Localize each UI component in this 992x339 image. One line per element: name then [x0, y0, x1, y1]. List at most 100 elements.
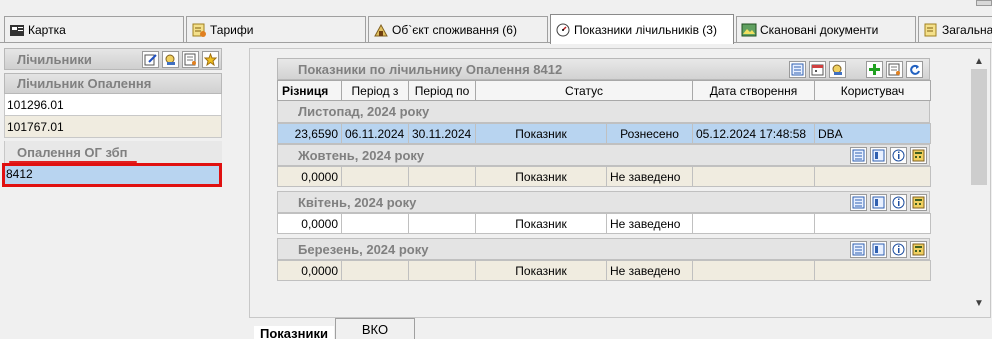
scroll-up-arrow-icon[interactable]: ▲ — [970, 53, 988, 69]
tab-consumption-object-label: Об`єкт споживання (6) — [392, 22, 517, 37]
bottom-tab-readings-label: Показники — [260, 325, 328, 339]
tab-general[interactable]: Загальна — [918, 16, 992, 42]
tab-scanned-docs[interactable]: Скановані документи — [736, 16, 916, 42]
cell-status: Не заведено — [606, 213, 693, 234]
calculator-icon[interactable] — [910, 147, 927, 164]
calculator-icon[interactable] — [910, 241, 927, 258]
list-view-icon[interactable] — [850, 241, 867, 258]
meter-config-icon[interactable] — [182, 51, 199, 68]
tab-bar: Картка Тарифи Об`єкт споживання (6) Пока… — [0, 0, 992, 44]
meter-settings-icon[interactable] — [829, 61, 846, 78]
month-group-header: Березень, 2024 року — [277, 238, 930, 260]
bottom-tab-vko-label: ВКО — [361, 322, 389, 337]
meter-item[interactable]: 101767.01 — [4, 116, 222, 138]
cell-created — [692, 166, 815, 187]
cell-created: 05.12.2024 17:48:58 — [692, 123, 815, 144]
readings-toolbar — [789, 61, 923, 78]
cell-type: Показник — [475, 260, 607, 281]
cell-type: Показник — [475, 123, 607, 144]
table-row[interactable]: 23,6590 06.11.2024 30.11.2024 Показник Р… — [277, 123, 931, 144]
favorite-star-icon[interactable] — [202, 51, 219, 68]
tab-card[interactable]: Картка — [4, 16, 184, 42]
month-toolbar — [850, 241, 927, 258]
tab-consumption-object[interactable]: Об`єкт споживання (6) — [368, 16, 548, 42]
cell-type: Показник — [475, 213, 607, 234]
details-icon[interactable] — [870, 147, 887, 164]
col-period-from[interactable]: Період з — [341, 80, 409, 101]
month-table: 0,0000 Показник Не заведено — [277, 166, 931, 187]
vertical-scrollbar[interactable]: ▲ ▼ — [970, 53, 988, 313]
edit-meter-icon[interactable] — [142, 51, 159, 68]
tab-meter-readings-label: Показники лічильників (3) — [574, 22, 717, 37]
refresh-icon[interactable] — [906, 61, 923, 78]
add-icon[interactable] — [866, 61, 883, 78]
cell-status: Не заведено — [606, 260, 693, 281]
heating-group-header: Опалення ОГ збп — [4, 141, 222, 163]
bottom-tab-vko[interactable]: ВКО — [335, 318, 415, 339]
cell-created — [692, 260, 815, 281]
tab-tariffs[interactable]: Тарифи — [186, 16, 366, 42]
cell-status: Рознесено — [606, 123, 693, 144]
tab-baseline — [0, 42, 992, 43]
window-control[interactable] — [976, 0, 992, 6]
month-label: Жовтень, 2024 року — [298, 147, 425, 163]
tab-meter-readings[interactable]: Показники лічильників (3) — [550, 14, 734, 44]
col-user[interactable]: Користувач — [814, 80, 931, 101]
scroll-down-arrow-icon[interactable]: ▼ — [970, 295, 988, 311]
bottom-tab-readings[interactable]: Показники — [254, 326, 334, 339]
meters-panel: Лічильники Лічильник Опалення 101296.01 … — [4, 48, 222, 185]
cell-from — [341, 260, 409, 281]
calculator-icon[interactable] — [910, 194, 927, 211]
list-view-icon[interactable] — [850, 194, 867, 211]
readings-table: Різниця Період з Період по Статус Дата с… — [277, 80, 931, 101]
tab-tariffs-label: Тарифи — [210, 22, 254, 37]
month-toolbar — [850, 147, 927, 164]
table-row[interactable]: 0,0000 Показник Не заведено — [277, 166, 931, 187]
col-status[interactable]: Статус — [475, 80, 693, 101]
meter-tool-icon[interactable] — [162, 51, 179, 68]
scroll-track[interactable] — [970, 69, 988, 295]
info-icon[interactable] — [890, 241, 907, 258]
general-icon — [923, 22, 939, 38]
edit-icon[interactable] — [886, 61, 903, 78]
cell-from: 06.11.2024 — [341, 123, 409, 144]
tariff-icon — [191, 22, 207, 38]
table-header-row: Різниця Період з Період по Статус Дата с… — [277, 80, 931, 101]
object-icon — [373, 22, 389, 38]
list-view-icon[interactable] — [789, 61, 806, 78]
meter-item[interactable]: 101296.01 — [4, 94, 222, 116]
cell-user — [814, 166, 931, 187]
month-table: 0,0000 Показник Не заведено — [277, 213, 931, 234]
cell-to: 30.11.2024 — [408, 123, 476, 144]
heating-meter-item[interactable]: 8412 — [4, 163, 222, 185]
meter-readings-icon — [555, 22, 571, 38]
readings-content: Показники по лічильнику Опалення 8412 Рі… — [277, 58, 931, 281]
details-icon[interactable] — [870, 194, 887, 211]
cell-to — [408, 260, 476, 281]
cell-from — [341, 213, 409, 234]
readings-title: Показники по лічильнику Опалення 8412 — [298, 61, 563, 77]
col-diff[interactable]: Різниця — [277, 80, 342, 101]
scroll-thumb[interactable] — [971, 69, 987, 185]
heating-meter-number: 8412 — [6, 167, 33, 181]
info-icon[interactable] — [890, 194, 907, 211]
table-row[interactable]: 0,0000 Показник Не заведено — [277, 213, 931, 234]
calendar-icon[interactable] — [809, 61, 826, 78]
month-group-header: Квітень, 2024 року — [277, 191, 930, 213]
col-created[interactable]: Дата створення — [692, 80, 815, 101]
heating-group-title: Опалення ОГ збп — [17, 144, 128, 160]
tab-card-label: Картка — [28, 22, 66, 37]
meters-title: Лічильники — [17, 51, 92, 67]
cell-diff: 23,6590 — [277, 123, 342, 144]
cell-from — [341, 166, 409, 187]
scan-icon — [741, 22, 757, 38]
list-view-icon[interactable] — [850, 147, 867, 164]
month-group-header: Жовтень, 2024 року — [277, 144, 930, 166]
col-period-to[interactable]: Період по — [408, 80, 476, 101]
table-row[interactable]: 0,0000 Показник Не заведено — [277, 260, 931, 281]
details-icon[interactable] — [870, 241, 887, 258]
info-icon[interactable] — [890, 147, 907, 164]
meter-number: 101767.01 — [7, 119, 64, 134]
cell-user: DBA — [814, 123, 931, 144]
